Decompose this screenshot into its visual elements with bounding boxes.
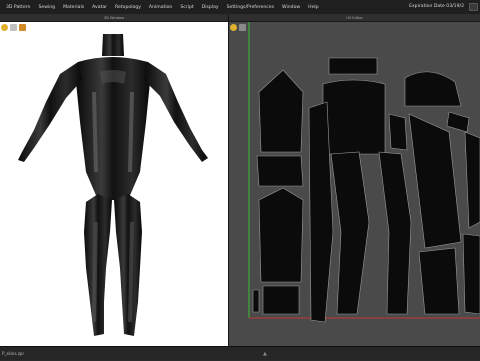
camera-icon[interactable]: [10, 24, 17, 31]
window-control-button[interactable]: [469, 3, 478, 11]
menu-help[interactable]: Help: [304, 5, 322, 10]
uv-shell: [446, 111, 470, 133]
expand-arrow-icon[interactable]: ▲: [263, 351, 267, 357]
uv-shell: [328, 57, 378, 75]
display-mode-icon[interactable]: [19, 24, 26, 31]
uv-shell: [258, 69, 304, 153]
turtleneck-collar: [102, 34, 124, 56]
left-sleeve: [18, 62, 82, 162]
uv-shell: [404, 71, 462, 107]
uv-shell: [378, 151, 412, 315]
menu-display[interactable]: Display: [198, 5, 223, 10]
uv-editor-titlebar: UV Editor: [229, 14, 480, 22]
uv-toolbar: [229, 22, 247, 32]
uv-sun-icon[interactable]: [230, 24, 237, 31]
uv-shell: [330, 151, 370, 315]
uv-layout: [248, 22, 480, 323]
uv-editor-title: UV Editor: [346, 16, 363, 20]
uv-shell: [252, 289, 260, 313]
uv-shell: [418, 247, 460, 315]
uv-shell: [322, 79, 386, 155]
sun-icon[interactable]: [1, 24, 8, 31]
avatar-garment-render: [18, 34, 208, 336]
uv-editor-canvas[interactable]: [229, 22, 480, 346]
uv-shell: [464, 131, 480, 229]
menu-avatar[interactable]: Avatar: [88, 5, 111, 10]
uv-shell: [388, 113, 408, 151]
uv-shell: [258, 187, 304, 283]
menu-bar: 3D Pattern Sewing Materials Avatar Retop…: [0, 0, 480, 14]
menu-window[interactable]: Window: [278, 5, 304, 10]
3d-window-titlebar: 3D Window: [0, 14, 228, 22]
left-leg: [84, 194, 112, 336]
expiration-date: Expiration Date 03/19/2: [409, 4, 464, 9]
status-bar: P_skins.zpr ▲: [0, 346, 480, 360]
uv-shell: [262, 285, 300, 315]
right-leg: [114, 194, 142, 336]
menu-materials[interactable]: Materials: [59, 5, 88, 10]
menu-settings[interactable]: Settings/Preferences: [223, 5, 278, 10]
3d-window-title: 3D Window: [103, 16, 125, 20]
uv-shell: [256, 155, 304, 187]
uv-shell: [408, 113, 462, 249]
menu-sewing[interactable]: Sewing: [34, 5, 59, 10]
3d-viewport[interactable]: [0, 22, 228, 346]
menu-retopology[interactable]: Retopology: [111, 5, 145, 10]
uv-grid-icon[interactable]: [239, 24, 246, 31]
menu-3d-pattern[interactable]: 3D Pattern: [2, 5, 34, 10]
uv-shell: [462, 233, 480, 315]
menu-script[interactable]: Script: [176, 5, 197, 10]
status-file-name: P_skins.zpr: [2, 351, 25, 356]
3d-toolbar: [0, 22, 27, 32]
right-sleeve: [144, 62, 208, 162]
menu-animation[interactable]: Animation: [145, 5, 176, 10]
